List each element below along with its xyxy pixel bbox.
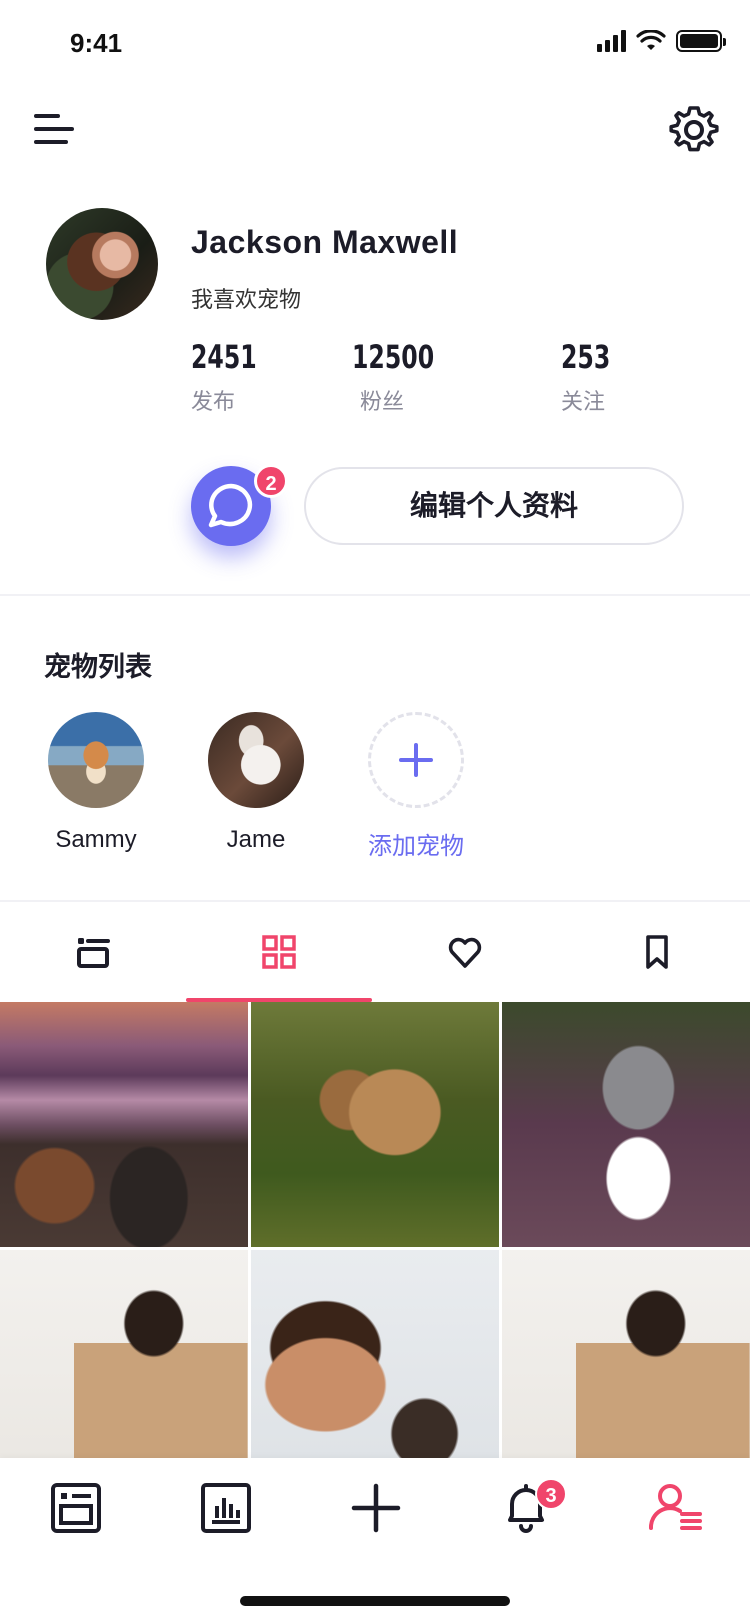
bookmark-icon bbox=[646, 935, 668, 969]
tab-liked[interactable] bbox=[372, 902, 558, 1002]
stat-followers-label: 粉丝 bbox=[360, 389, 405, 414]
pet-item-jame[interactable]: Jame bbox=[208, 712, 304, 854]
stats-icon bbox=[201, 1483, 251, 1533]
wifi-icon bbox=[636, 30, 666, 50]
menu-icon[interactable] bbox=[34, 110, 78, 150]
pets-section-title: 宠物列表 bbox=[44, 652, 152, 682]
pet-name: Jame bbox=[226, 826, 286, 853]
photo-thumbnail[interactable] bbox=[502, 1002, 750, 1247]
add-pet-circle[interactable] bbox=[368, 712, 464, 808]
stat-followers-value: 12500 bbox=[352, 338, 435, 376]
stat-followers[interactable]: 12500 粉丝 bbox=[352, 338, 452, 416]
stat-following[interactable]: 253 关注 bbox=[561, 338, 621, 416]
photo-thumbnail[interactable] bbox=[0, 1002, 248, 1247]
photo-thumbnail[interactable] bbox=[251, 1002, 499, 1247]
nav-create[interactable] bbox=[348, 1480, 404, 1536]
battery-icon bbox=[676, 30, 726, 52]
notification-badge: 3 bbox=[535, 1478, 567, 1510]
tab-list[interactable] bbox=[0, 902, 186, 1002]
settings-button[interactable] bbox=[668, 104, 720, 156]
status-icons bbox=[597, 30, 726, 52]
photo-grid bbox=[0, 1002, 750, 1495]
nav-profile[interactable] bbox=[648, 1480, 704, 1536]
gear-icon bbox=[669, 106, 719, 152]
content-tabs bbox=[0, 902, 750, 1002]
stat-posts-value: 2451 bbox=[191, 338, 257, 376]
tab-saved[interactable] bbox=[564, 902, 750, 1002]
pet-item-sammy[interactable]: Sammy bbox=[48, 712, 144, 854]
add-pet-button[interactable]: 添加宠物 bbox=[368, 712, 464, 861]
plus-icon bbox=[351, 1483, 401, 1533]
add-pet-label: 添加宠物 bbox=[368, 833, 464, 860]
stat-posts[interactable]: 2451 发布 bbox=[191, 338, 271, 416]
pet-name: Sammy bbox=[55, 826, 137, 853]
message-badge: 2 bbox=[254, 464, 288, 498]
profile-name: Jackson Maxwell bbox=[191, 224, 459, 260]
stat-following-label: 关注 bbox=[561, 389, 606, 414]
stat-posts-label: 发布 bbox=[191, 389, 236, 414]
heart-icon bbox=[448, 937, 482, 968]
home-indicator bbox=[240, 1596, 510, 1606]
nav-stats[interactable] bbox=[198, 1480, 254, 1536]
status-bar: 9:41 bbox=[0, 0, 750, 90]
profile-icon bbox=[649, 1484, 702, 1530]
nav-feed[interactable] bbox=[48, 1480, 104, 1536]
edit-profile-button[interactable]: 编辑个人资料 bbox=[304, 467, 684, 545]
feed-icon bbox=[51, 1483, 101, 1533]
list-icon bbox=[77, 938, 110, 968]
pet-avatar[interactable] bbox=[48, 712, 144, 808]
grid-icon bbox=[262, 935, 296, 969]
plus-icon bbox=[399, 743, 433, 777]
divider bbox=[0, 594, 750, 596]
stat-following-value: 253 bbox=[561, 338, 611, 376]
avatar[interactable] bbox=[46, 208, 158, 320]
status-time: 9:41 bbox=[70, 28, 123, 58]
signal-icon bbox=[597, 30, 626, 52]
pet-avatar[interactable] bbox=[208, 712, 304, 808]
profile-bio: 我喜欢宠物 bbox=[191, 287, 302, 312]
tab-grid[interactable] bbox=[186, 902, 372, 1002]
